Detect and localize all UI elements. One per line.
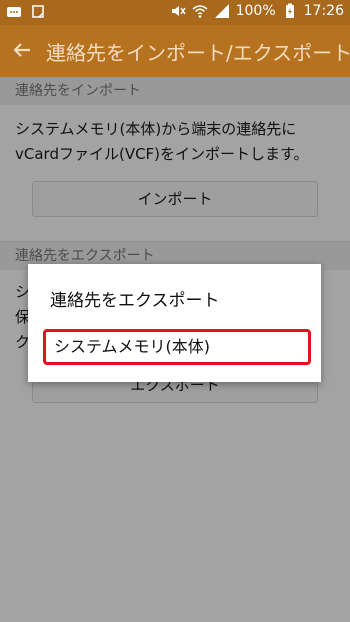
import-description: システムメモリ(本体)から端末の連絡先に vCardファイル(VCF)をインポー…	[0, 105, 350, 167]
back-arrow-icon[interactable]	[10, 38, 34, 62]
battery-percent: 100%	[235, 3, 276, 19]
download-icon	[30, 4, 46, 20]
export-dialog: 連絡先をエクスポート システムメモリ(本体)	[28, 264, 321, 382]
import-description-line2: vCardファイル(VCF)をインポートします。	[15, 145, 309, 163]
mute-icon	[170, 3, 186, 19]
app-bar: 連絡先をインポート/エクスポート	[0, 25, 350, 77]
battery-icon	[282, 3, 298, 19]
import-button[interactable]: インポート	[32, 181, 318, 217]
clock: 17:26	[303, 3, 344, 19]
dialog-option-system-memory[interactable]: システムメモリ(本体)	[43, 329, 311, 365]
dialog-title: 連絡先をエクスポート	[50, 291, 220, 311]
signal-icon	[214, 3, 230, 19]
page-title: 連絡先をインポート/エクスポート	[46, 41, 350, 65]
import-description-line1: システムメモリ(本体)から端末の連絡先に	[15, 120, 297, 138]
import-section-header: 連絡先をインポート	[0, 77, 350, 105]
status-bar: 100% 17:26	[0, 0, 350, 25]
wifi-icon	[192, 3, 208, 19]
messages-icon	[6, 4, 22, 20]
